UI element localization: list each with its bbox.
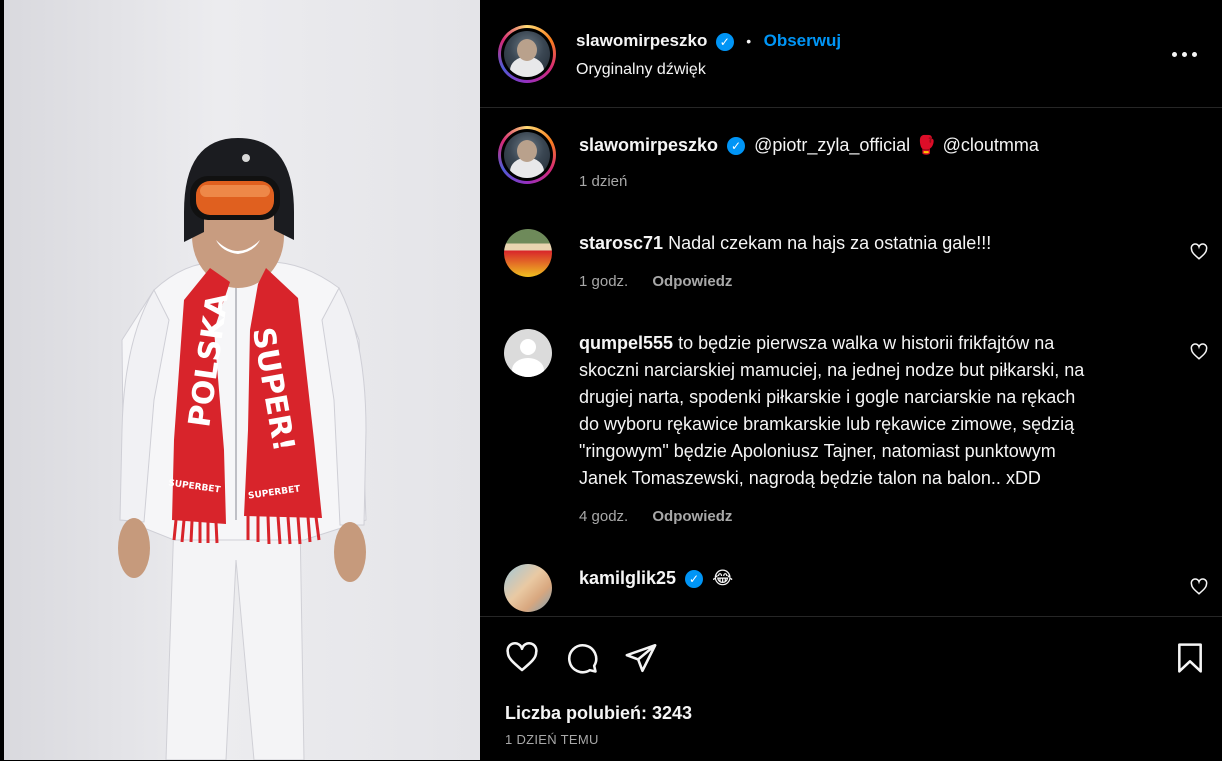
author-username[interactable]: slawomirpeszko <box>576 31 707 50</box>
comment-icon[interactable] <box>564 641 600 675</box>
laughing-emoji: 😂 <box>712 568 734 589</box>
commenter-avatar[interactable] <box>504 564 552 612</box>
reply-button[interactable]: Odpowiedz <box>652 273 732 290</box>
like-comment-heart-icon[interactable] <box>1190 578 1208 596</box>
verified-icon: ✓ <box>715 32 734 51</box>
more-icon[interactable] <box>1172 52 1198 58</box>
comment-text-line: "ringowym" będzie Apoloniusz Tajner, nat… <box>579 441 1056 461</box>
bookmark-icon[interactable] <box>1174 641 1206 675</box>
comment-username[interactable]: starosc71 <box>579 233 663 253</box>
caption-author[interactable]: slawomirpeszko <box>579 135 718 155</box>
post-header: slawomirpeszko ✓ • Obserwuj Oryginalny d… <box>480 0 1222 108</box>
boxing-glove-emoji: 🥊 <box>915 135 938 156</box>
caption: slawomirpeszko ✓ @piotr_zyla_official 🥊 … <box>579 132 1039 159</box>
caption-mention[interactable]: @cloutmma <box>943 135 1039 155</box>
like-comment-heart-icon[interactable] <box>1190 243 1208 261</box>
likes-count[interactable]: Liczba polubień: 3243 <box>505 703 692 724</box>
comment-username[interactable]: qumpel555 <box>579 333 673 353</box>
verified-icon: ✓ <box>727 137 746 156</box>
comment-meta: 4 godz. Odpowiedz <box>579 508 732 525</box>
post-date[interactable]: 1 DZIEŃ TEMU <box>505 732 599 747</box>
comment-item: kamilglik25 ✓ 😂 <box>579 565 733 592</box>
comment-text-line: drugiej narta, spodenki piłkarskie i gog… <box>579 387 1076 407</box>
commenter-avatar[interactable] <box>504 229 552 277</box>
share-icon[interactable] <box>624 641 658 675</box>
comment-text-line: Janek Tomaszewski, nagrodą będzie talon … <box>579 468 1041 488</box>
comment-text-line: to będzie pierwsza walka w historii frik… <box>678 333 1055 353</box>
video-frame <box>118 138 367 760</box>
comment-time[interactable]: 1 godz. <box>579 273 628 290</box>
heart-icon[interactable] <box>504 641 540 675</box>
post-media[interactable]: POLSKA SUPER! SUPERBET SUPERBET <box>0 0 480 760</box>
comment-item: qumpel555 to będzie pierwsza walka w his… <box>579 330 1189 492</box>
post-actions: Liczba polubień: 3243 1 DZIEŃ TEMU <box>480 616 1222 761</box>
caption-author-avatar[interactable] <box>498 126 556 184</box>
caption-mention[interactable]: @piotr_zyla_official <box>754 135 910 155</box>
reply-button[interactable]: Odpowiedz <box>652 508 732 525</box>
post-panel: slawomirpeszko ✓ • Obserwuj Oryginalny d… <box>480 0 1222 760</box>
audio-label[interactable]: Oryginalny dźwięk <box>576 61 706 79</box>
commenter-avatar[interactable] <box>504 329 552 377</box>
comment-text-line: skoczni narciarskiej mamuciej, na jednej… <box>579 360 1085 380</box>
comment-meta: 1 godz. Odpowiedz <box>579 273 732 290</box>
author-avatar[interactable] <box>498 25 556 83</box>
like-comment-heart-icon[interactable] <box>1190 343 1208 361</box>
comment-username[interactable]: kamilglik25 <box>579 568 676 588</box>
comment-time[interactable]: 4 godz. <box>579 508 628 525</box>
comment-text-line: do wyboru rękawice bramkarskie lub rękaw… <box>579 414 1075 434</box>
comment-text: Nadal czekam na hajs za ostatnia gale!!! <box>668 233 992 253</box>
comment-item: starosc71 Nadal czekam na hajs za ostatn… <box>579 230 991 257</box>
comments-list[interactable]: slawomirpeszko ✓ @piotr_zyla_official 🥊 … <box>480 108 1222 615</box>
verified-icon: ✓ <box>685 570 704 589</box>
follow-button[interactable]: Obserwuj <box>764 31 841 50</box>
header-separator: • <box>746 33 752 49</box>
caption-time[interactable]: 1 dzień <box>579 173 627 190</box>
